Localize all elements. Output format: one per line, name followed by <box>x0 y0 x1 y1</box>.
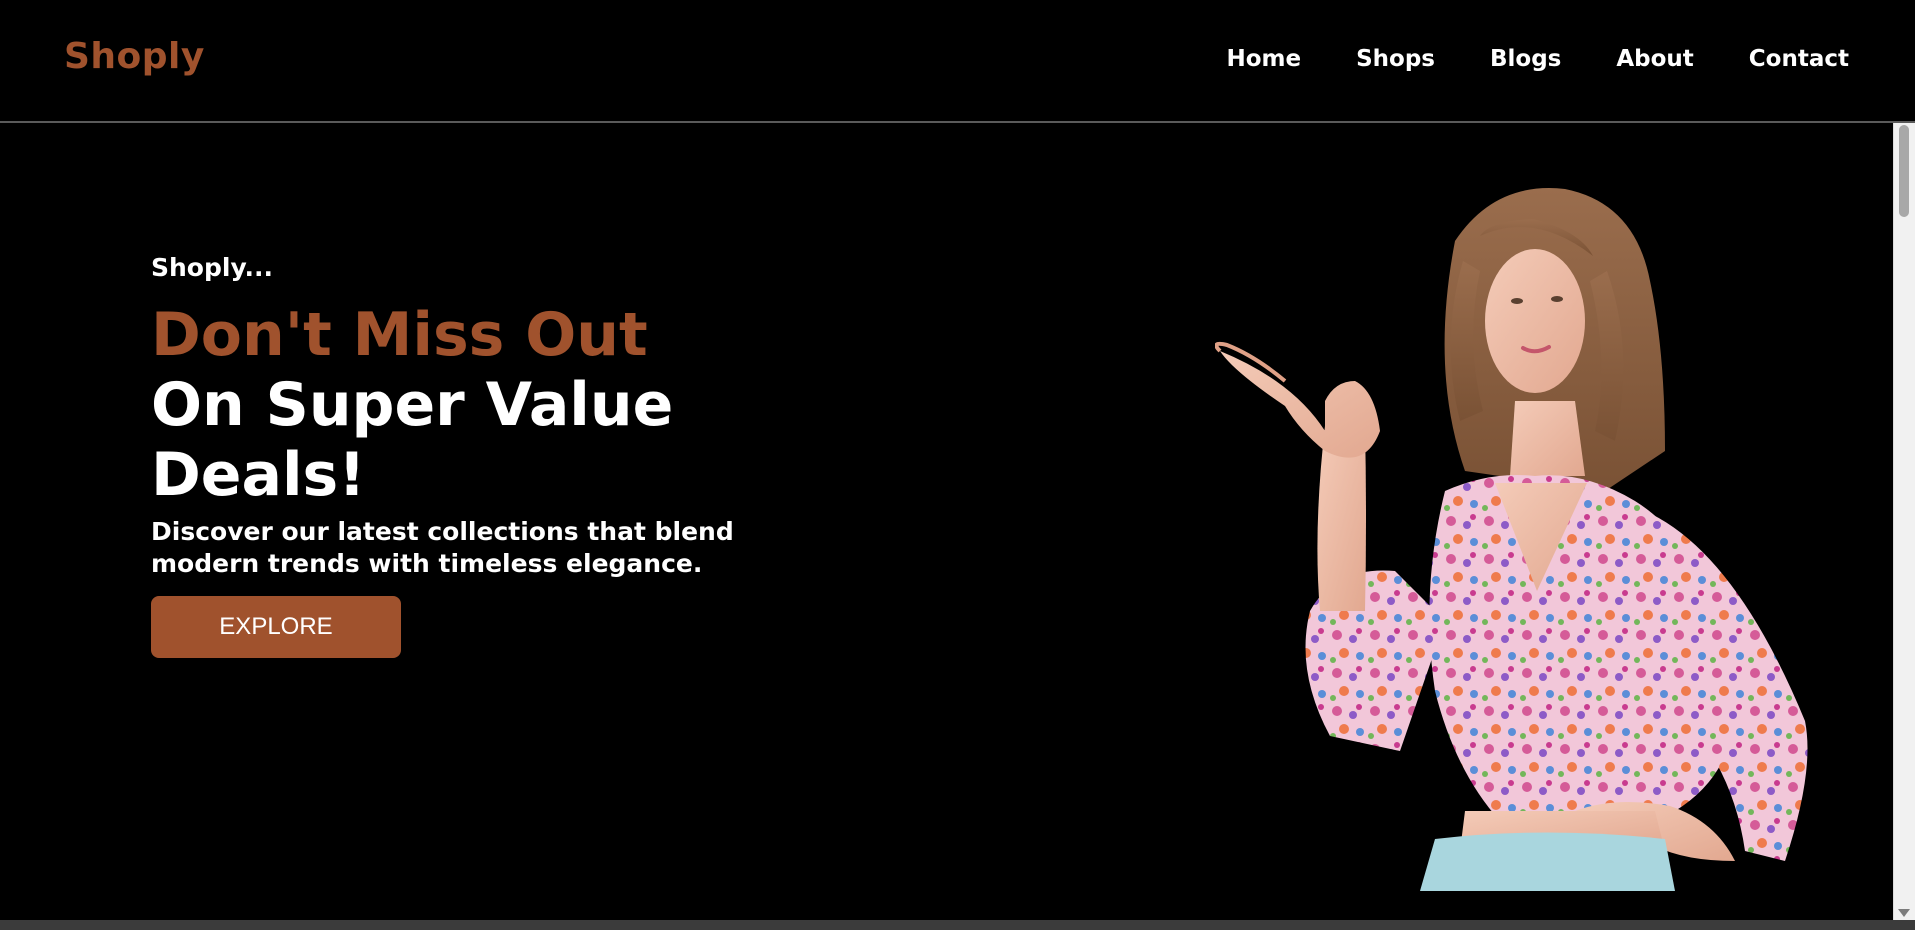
vertical-scrollbar[interactable] <box>1893 123 1915 920</box>
scroll-down-arrow-icon[interactable] <box>1898 909 1910 917</box>
nav-link-shops[interactable]: Shops <box>1356 46 1435 72</box>
nav-links: Home Shops Blogs About Contact <box>1171 46 1849 72</box>
scrollbar-thumb[interactable] <box>1899 125 1909 217</box>
hero-headline: Don't Miss Out On Super Value Deals! <box>151 300 831 510</box>
nav-link-about[interactable]: About <box>1616 46 1693 72</box>
nav-link-contact[interactable]: Contact <box>1749 46 1849 72</box>
browser-viewport: Shoply Home Shops Blogs About Contact Sh… <box>0 0 1915 930</box>
hero-section: Shoply... Don't Miss Out On Super Value … <box>0 123 1893 920</box>
hero-eyebrow: Shoply... <box>151 253 273 282</box>
window-bottom-edge <box>0 920 1915 930</box>
hero-headline-main: On Super Value Deals! <box>151 370 674 510</box>
brand-logo[interactable]: Shoply <box>64 36 205 77</box>
model-image <box>1215 188 1808 891</box>
explore-button[interactable]: EXPLORE <box>151 596 401 658</box>
hero-text: Shoply... Don't Miss Out On Super Value … <box>151 253 831 658</box>
hero-description: Discover our latest collections that ble… <box>151 517 734 578</box>
nav-link-home[interactable]: Home <box>1226 46 1301 72</box>
navbar: Shoply Home Shops Blogs About Contact <box>0 0 1915 123</box>
nav-link-blogs[interactable]: Blogs <box>1490 46 1561 72</box>
hero-headline-accent: Don't Miss Out <box>151 300 648 370</box>
